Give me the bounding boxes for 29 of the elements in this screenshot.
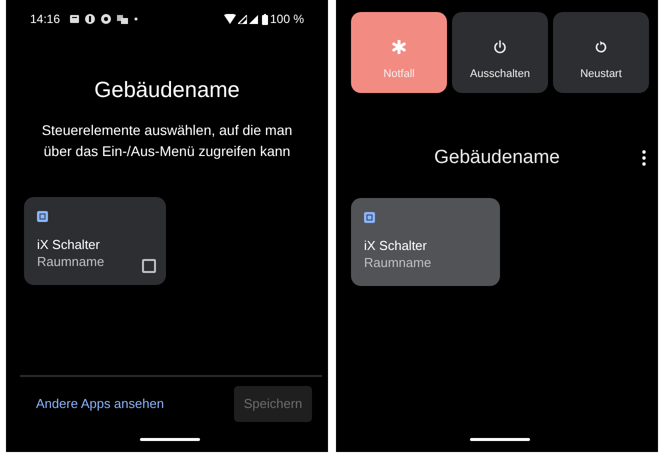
control-card[interactable]: iX Schalter Raumname bbox=[351, 198, 500, 286]
notification-icon bbox=[101, 14, 112, 24]
control-title: iX Schalter bbox=[37, 236, 101, 253]
notification-icon bbox=[70, 15, 80, 23]
more-icon[interactable] bbox=[642, 150, 646, 166]
description-text: Steuerelemente auswählen, auf die man über das Ein-/Aus-Menü zugreifen kann bbox=[40, 121, 294, 161]
asterisk-icon bbox=[392, 40, 406, 54]
room-text: Raumname bbox=[37, 253, 104, 270]
section-title: Gebäudename bbox=[434, 146, 560, 170]
notification-icon bbox=[85, 14, 96, 24]
signal-icon bbox=[238, 14, 247, 24]
page-title: Gebäudename bbox=[93, 76, 241, 104]
power-menu-button[interactable]: Ausschalten bbox=[452, 12, 548, 93]
notification-icon bbox=[117, 14, 128, 24]
restart-icon bbox=[594, 40, 608, 54]
battery-icon bbox=[262, 14, 268, 24]
clock-text: 14:16 bbox=[30, 11, 60, 28]
battery-text: 100 % bbox=[270, 11, 304, 28]
control-card[interactable]: iX Schalter Raumname bbox=[24, 197, 166, 285]
app-icon bbox=[37, 211, 48, 222]
app-icon bbox=[364, 212, 375, 223]
power-icon bbox=[493, 40, 507, 54]
checkbox[interactable] bbox=[142, 259, 156, 273]
link[interactable]: Andere Apps ansehen bbox=[36, 394, 164, 414]
control-title: iX Schalter bbox=[364, 237, 428, 254]
room-text: Raumname bbox=[364, 254, 432, 271]
power-menu-button[interactable]: Neustart bbox=[553, 12, 649, 93]
wifi-icon bbox=[224, 14, 236, 24]
dot-icon bbox=[134, 17, 138, 21]
